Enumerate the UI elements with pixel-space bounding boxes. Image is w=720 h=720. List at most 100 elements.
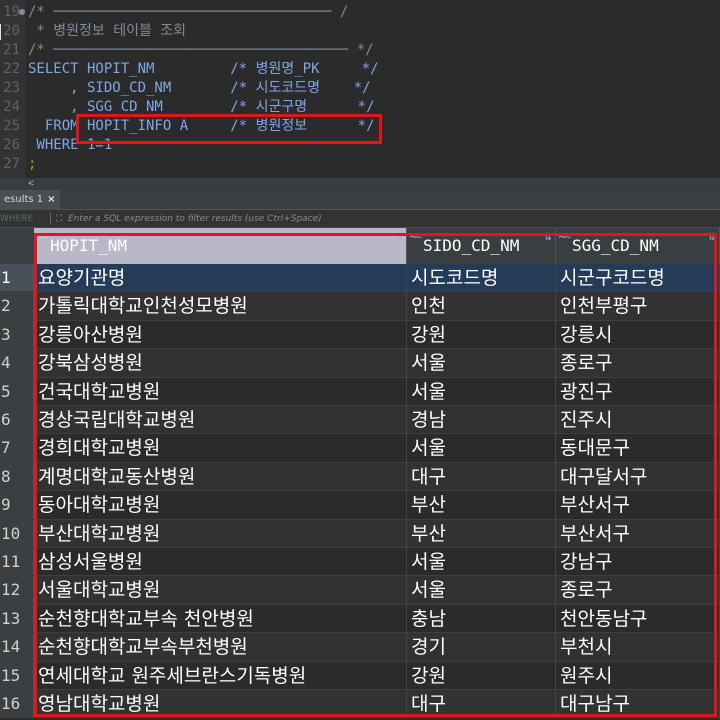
cell-hopit-nm[interactable]: 경희대학교병원	[34, 434, 407, 462]
table-row[interactable]: 6 경상국립대학교병원 경남 진주시	[0, 406, 720, 435]
cell-sido-cd-nm[interactable]: 서울	[407, 548, 556, 576]
row-number[interactable]: 6	[0, 406, 34, 434]
column-header-sgg-cd-nm[interactable]: ABC SGG_CD_NM ⇅	[556, 228, 720, 264]
table-row[interactable]: 10 부산대학교병원 부산 부산서구	[0, 519, 720, 548]
cell-hopit-nm[interactable]: 연세대학교 원주세브란스기독병원	[34, 661, 407, 689]
cell-hopit-nm[interactable]: 동아대학교병원	[34, 491, 407, 519]
cell-sido-cd-nm[interactable]: 서울	[407, 434, 556, 462]
table-row[interactable]: 7 경희대학교병원 서울 동대문구	[0, 434, 720, 463]
expand-filter-icon[interactable]: ⛶	[56, 210, 62, 228]
table-row[interactable]: 13 순천향대학교부속 천안병원 충남 천안동남구	[0, 604, 720, 634]
table-row[interactable]: 14 순천향대학교부속부천병원 경기 부천시	[0, 633, 720, 662]
row-number[interactable]: 7	[0, 434, 34, 462]
cell-sido-cd-nm[interactable]: 서울	[407, 349, 556, 377]
table-row[interactable]: 9 동아대학교병원 부산 부산서구	[0, 491, 720, 520]
cell-sido-cd-nm[interactable]: 부산	[407, 491, 556, 519]
code-line[interactable]: 22 SELECT HOPIT_NM /* 병원명_PK */	[0, 60, 720, 79]
result-grid[interactable]: ABC HOPIT_NM ⇅ ABC SIDO_CD_NM ⇅ ABC SGG_…	[0, 228, 720, 720]
cell-hopit-nm[interactable]: 서울대학교병원	[34, 576, 407, 604]
row-number[interactable]: 15	[0, 661, 34, 689]
row-number[interactable]: 3	[0, 320, 34, 349]
cell-sgg-cd-nm[interactable]: 부산서구	[556, 519, 720, 547]
code-line[interactable]: 27;	[0, 155, 720, 174]
cell-hopit-nm[interactable]: 강릉아산병원	[34, 320, 407, 349]
row-number[interactable]: 2	[0, 292, 34, 320]
cell-sido-cd-nm[interactable]: 인천	[407, 292, 556, 320]
cell-sido-cd-nm[interactable]: 서울	[407, 377, 556, 405]
cell-sgg-cd-nm[interactable]: 종로구	[556, 349, 720, 377]
cell-sido-cd-nm[interactable]: 강원	[407, 320, 556, 349]
table-row[interactable]: 5 건국대학교병원 서울 광진구	[0, 377, 720, 406]
row-number[interactable]: 4	[0, 349, 34, 377]
cell-sido-cd-nm[interactable]: 부산	[407, 519, 556, 547]
cell-sgg-cd-nm[interactable]: 대구달서구	[556, 462, 720, 491]
cell-sido-cd-nm[interactable]: 서울	[407, 576, 556, 604]
row-number[interactable]: 5	[0, 377, 34, 405]
cell-hopit-nm[interactable]: 부산대학교병원	[34, 519, 407, 547]
cell-sgg-cd-nm[interactable]: 광진구	[556, 377, 720, 405]
sql-editor[interactable]: 19 /* ───────────────────────────────── /…	[0, 0, 720, 190]
row-number[interactable]: 1	[0, 264, 34, 292]
row-number[interactable]: 8	[0, 462, 34, 491]
filter-input[interactable]	[68, 211, 708, 227]
row-number[interactable]: 13	[0, 604, 34, 633]
column-header-hopit-nm[interactable]: ABC HOPIT_NM ⇅	[34, 228, 407, 264]
cell-hopit-nm[interactable]: 삼성서울병원	[34, 548, 407, 576]
row-number[interactable]: 14	[0, 633, 34, 661]
cell-sido-cd-nm[interactable]: 강원	[407, 661, 556, 689]
cell-sido-cd-nm[interactable]: 시도코드명	[407, 264, 556, 292]
cell-hopit-nm[interactable]: 경상국립대학교병원	[34, 406, 407, 434]
table-row[interactable]: 12 서울대학교병원 서울 종로구	[0, 576, 720, 605]
table-row[interactable]: 1 요양기관명 시도코드명 시군구코드명	[0, 264, 720, 293]
cell-sido-cd-nm[interactable]: 충남	[407, 604, 556, 633]
row-number[interactable]: 12	[0, 576, 34, 604]
code-line[interactable]: 21 /* ───────────────────────────────────…	[0, 41, 720, 60]
cell-sgg-cd-nm[interactable]: 동대문구	[556, 434, 720, 462]
code-line[interactable]: 20 * 병원정보 테이블 조회	[0, 22, 720, 41]
cell-sgg-cd-nm[interactable]: 천안동남구	[556, 604, 720, 633]
cell-hopit-nm[interactable]: 순천향대학교부속부천병원	[34, 633, 407, 661]
table-row[interactable]: 16 영남대학교병원 대구 대구남구	[0, 690, 720, 719]
cell-sgg-cd-nm[interactable]: 강릉시	[556, 320, 720, 349]
code-line[interactable]: 23 , SIDO_CD_NM /* 시도코드명 */	[0, 79, 720, 98]
cell-hopit-nm[interactable]: 가톨릭대학교인천성모병원	[34, 292, 407, 320]
cell-hopit-nm[interactable]: 계명대학교동산병원	[34, 462, 407, 491]
table-row[interactable]: 15 연세대학교 원주세브란스기독병원 강원 원주시	[0, 661, 720, 690]
cell-sgg-cd-nm[interactable]: 인천부평구	[556, 292, 720, 320]
cell-hopit-nm[interactable]: 순천향대학교부속 천안병원	[34, 604, 407, 633]
cell-sido-cd-nm[interactable]: 경남	[407, 406, 556, 434]
cell-sgg-cd-nm[interactable]: 부산서구	[556, 491, 720, 519]
row-number[interactable]: 10	[0, 519, 34, 547]
cell-hopit-nm[interactable]: 건국대학교병원	[34, 377, 407, 405]
sort-icon[interactable]: ⇅	[544, 232, 552, 243]
cell-sido-cd-nm[interactable]: 대구	[407, 690, 556, 718]
table-row[interactable]: 8 계명대학교동산병원 대구 대구달서구	[0, 462, 720, 492]
table-row[interactable]: 4 강북삼성병원 서울 종로구	[0, 349, 720, 378]
cell-sgg-cd-nm[interactable]: 강남구	[556, 548, 720, 576]
table-row[interactable]: 2 가톨릭대학교인천성모병원 인천 인천부평구	[0, 292, 720, 321]
table-row[interactable]: 11 삼성서울병원 서울 강남구	[0, 548, 720, 577]
close-icon[interactable]: ×	[47, 194, 55, 205]
cell-sgg-cd-nm[interactable]: 시군구코드명	[556, 264, 720, 292]
column-header-sido-cd-nm[interactable]: ABC SIDO_CD_NM ⇅	[407, 228, 556, 264]
tab-results-1[interactable]: esults 1 ×	[0, 190, 60, 210]
code-line[interactable]: 19 /* ───────────────────────────────── /	[0, 3, 720, 22]
sort-icon[interactable]: ⇅	[395, 232, 403, 243]
sort-icon[interactable]: ⇅	[708, 232, 716, 243]
cell-sido-cd-nm[interactable]: 경기	[407, 633, 556, 661]
row-number[interactable]: 9	[0, 491, 34, 519]
cell-sgg-cd-nm[interactable]: 원주시	[556, 661, 720, 689]
cell-sgg-cd-nm[interactable]: 부천시	[556, 633, 720, 661]
cell-sgg-cd-nm[interactable]: 종로구	[556, 576, 720, 604]
cell-sido-cd-nm[interactable]: 대구	[407, 462, 556, 491]
cell-sgg-cd-nm[interactable]: 진주시	[556, 406, 720, 434]
cell-hopit-nm[interactable]: 영남대학교병원	[34, 690, 407, 718]
scroll-left-icon[interactable]: <	[28, 178, 34, 190]
cell-sgg-cd-nm[interactable]: 대구남구	[556, 690, 720, 718]
row-number[interactable]: 11	[0, 548, 34, 576]
table-row[interactable]: 3 강릉아산병원 강원 강릉시	[0, 320, 720, 350]
editor-horizontal-scrollbar[interactable]	[0, 178, 720, 190]
cell-hopit-nm[interactable]: 요양기관명	[34, 264, 407, 292]
cell-hopit-nm[interactable]: 강북삼성병원	[34, 349, 407, 377]
row-number[interactable]: 16	[0, 690, 34, 718]
